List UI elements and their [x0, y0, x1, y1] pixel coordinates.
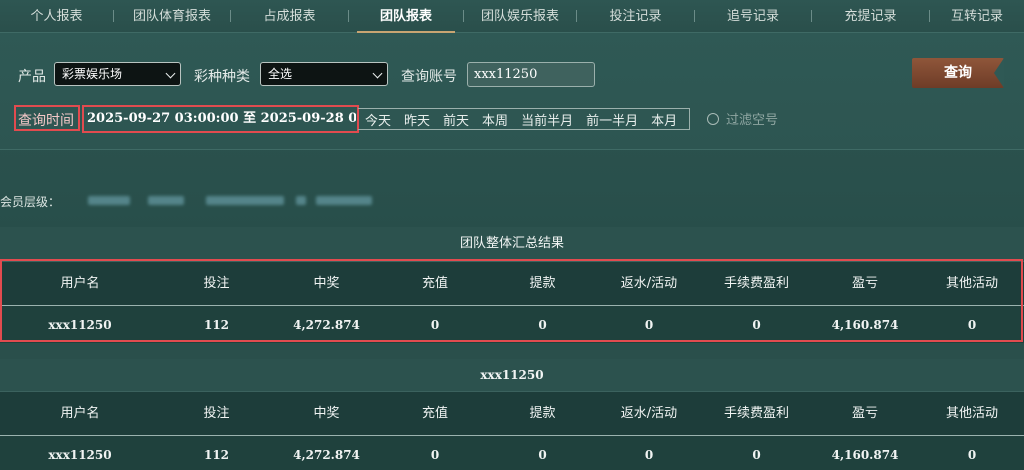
cell-username: xxx11250 — [48, 448, 112, 462]
cell-other-activity: 0 — [967, 448, 977, 462]
category-select[interactable]: 全选 — [260, 62, 388, 86]
tab-transfer-records[interactable]: 互转记录 — [930, 0, 1024, 33]
quick-range-yesterday[interactable]: 昨天 — [397, 110, 436, 129]
column-header: 盈亏 — [851, 406, 878, 421]
cell-profit-loss: 4,160.874 — [831, 448, 899, 462]
redacted-text — [88, 196, 130, 205]
tab-deposit-withdraw-records[interactable]: 充提记录 — [812, 0, 929, 33]
member-level-label: 会员层级： — [0, 195, 61, 209]
redacted-text — [148, 196, 184, 205]
quick-range-day-before[interactable]: 前天 — [436, 110, 475, 129]
product-select-value: 彩票娱乐场 — [62, 67, 123, 81]
summary-title: 团队整体汇总结果 — [0, 227, 1024, 261]
tab-chase-records[interactable]: 追号记录 — [695, 0, 811, 33]
section-gap — [0, 343, 1024, 359]
quick-range-previous-half-month[interactable]: 前一半月 — [579, 110, 644, 129]
quick-range-group: 今天 昨天 前天 本周 当前半月 前一半月 本月 — [358, 108, 690, 130]
filter-empty-label: 过滤空号 — [726, 113, 779, 128]
chevron-down-icon — [165, 68, 176, 79]
tab-personal-report[interactable]: 个人报表 — [0, 0, 113, 33]
column-header: 其他活动 — [945, 406, 998, 421]
table-row: xxx11250 112 4,272.874 0 0 0 0 4,160.874… — [0, 435, 1024, 470]
category-label: 彩种种类 — [194, 69, 250, 85]
column-header: 返水/活动 — [620, 406, 678, 421]
tab-team-report[interactable]: 团队报表 — [349, 0, 463, 33]
column-header: 用户名 — [60, 406, 100, 421]
cell-withdraw: 0 — [538, 448, 547, 462]
column-header: 中奖 — [313, 406, 340, 421]
tab-team-entertainment-report[interactable]: 团队娱乐报表 — [464, 0, 576, 33]
tab-bet-records[interactable]: 投注记录 — [577, 0, 694, 33]
cell-deposit: 0 — [430, 448, 440, 462]
redacted-text — [296, 196, 306, 205]
filter-empty-radio[interactable] — [707, 113, 719, 125]
redacted-text — [206, 196, 284, 205]
column-header: 投注 — [203, 406, 230, 421]
detail-title: xxx11250 — [0, 359, 1024, 391]
redacted-text — [316, 196, 372, 205]
quick-range-this-month[interactable]: 本月 — [644, 110, 683, 129]
cell-fee-profit: 0 — [752, 448, 761, 462]
column-header: 充值 — [421, 406, 448, 421]
category-select-value: 全选 — [268, 67, 293, 81]
query-button[interactable]: 查询 — [912, 58, 1004, 88]
account-input[interactable]: xxx11250 — [467, 62, 595, 87]
time-label: 查询时间 — [18, 113, 74, 129]
quick-range-current-half-month[interactable]: 当前半月 — [514, 110, 579, 129]
column-header: 提款 — [529, 406, 556, 421]
time-range-input[interactable]: 2025-09-27 03:00:00 至 2025-09-28 03:00:0… — [83, 108, 356, 130]
quick-range-today[interactable]: 今天 — [358, 110, 397, 129]
cell-bet: 112 — [203, 448, 230, 462]
product-label: 产品 — [18, 69, 46, 85]
quick-range-this-week[interactable]: 本周 — [475, 110, 514, 129]
tab-team-sports-report[interactable]: 团队体育报表 — [114, 0, 230, 33]
column-header: 手续费盈利 — [723, 406, 789, 421]
detail-table-header: 用户名 投注 中奖 充值 提款 返水/活动 手续费盈利 盈亏 其他活动 — [0, 391, 1024, 435]
chevron-down-icon — [372, 68, 383, 79]
cell-rebate: 0 — [644, 448, 654, 462]
button-notch — [994, 58, 1004, 88]
account-label: 查询账号 — [401, 69, 457, 85]
tab-share-report[interactable]: 占成报表 — [231, 0, 348, 33]
report-tabs: 个人报表 团队体育报表 占成报表 团队报表 团队娱乐报表 投注记录 追号记录 充… — [0, 0, 1024, 33]
query-button-label: 查询 — [944, 65, 972, 81]
summary-table-highlight — [0, 259, 1023, 342]
cell-win: 4,272.874 — [293, 448, 360, 462]
product-select[interactable]: 彩票娱乐场 — [54, 62, 181, 86]
